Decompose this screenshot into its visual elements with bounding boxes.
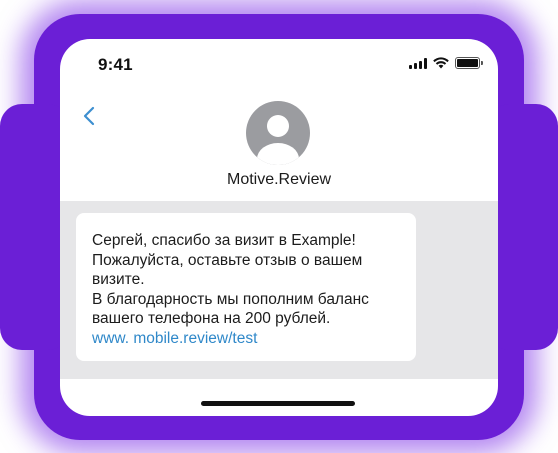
status-time: 9:41 (98, 55, 133, 74)
person-icon (257, 115, 299, 165)
message-bubble[interactable]: Сергей, спасибо за визит в Example! Пожа… (76, 213, 416, 361)
home-indicator[interactable] (201, 401, 355, 406)
promo-stage: 9:41 Motive.Review Сергей, спасибо за ви… (0, 0, 558, 453)
message-thread: Сергей, спасибо за визит в Example! Пожа… (60, 201, 498, 379)
battery-level (457, 59, 478, 67)
status-bar: 9:41 (60, 39, 498, 89)
wifi-icon (433, 57, 449, 69)
message-line: Пожалуйста, оставьте отзыв о вашем (92, 251, 363, 269)
battery-icon (455, 57, 483, 69)
contact-name[interactable]: Motive.Review (60, 171, 498, 189)
message-line: вашего телефона на 200 рублей. (92, 310, 331, 327)
cellular-signal-icon (409, 57, 427, 69)
message-line: визите. (92, 271, 145, 288)
phone-screen: 9:41 Motive.Review Сергей, спасибо за ви… (60, 39, 498, 416)
status-icons (409, 56, 483, 70)
review-link[interactable]: www. mobile.review/test (92, 329, 400, 349)
back-button[interactable] (78, 103, 100, 129)
contact-avatar[interactable] (246, 101, 310, 165)
message-line: В благодарность мы пополним баланс (92, 290, 369, 308)
purple-side-tab-right (488, 104, 558, 350)
chevron-left-icon (83, 106, 95, 126)
message-line: Сергей, спасибо за визит в Example! (92, 232, 356, 249)
